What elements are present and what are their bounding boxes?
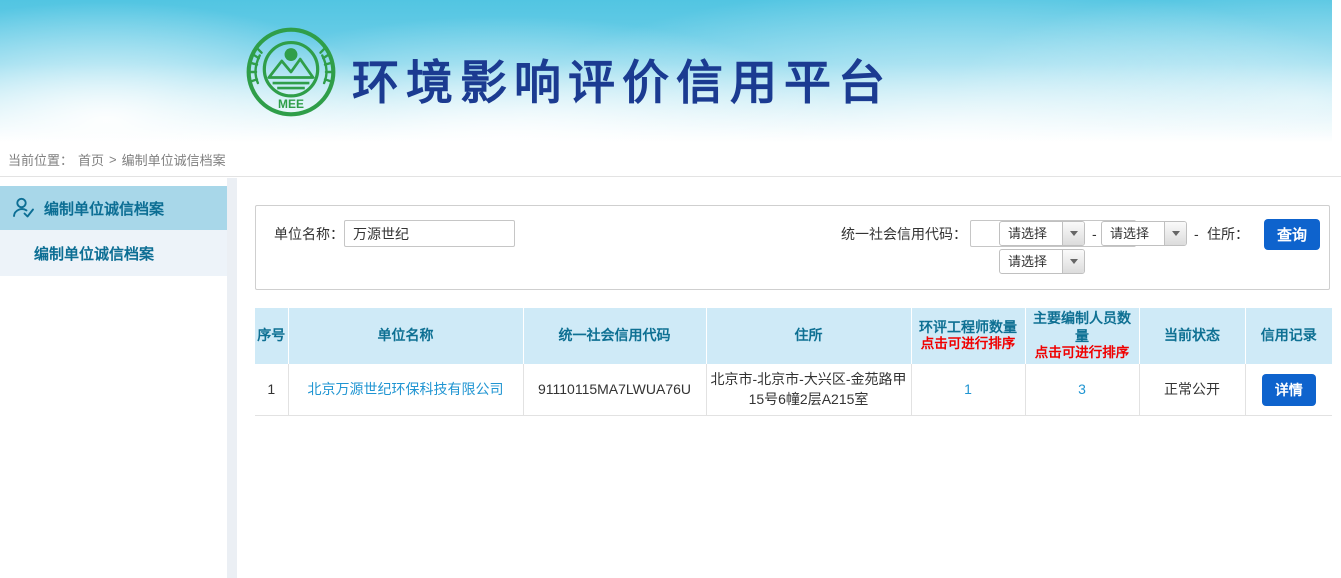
sidebar: 编制单位诚信档案 编制单位诚信档案 — [0, 178, 227, 578]
person-check-icon — [11, 196, 35, 220]
dropdown-arrow-icon[interactable] — [1164, 222, 1186, 245]
unit-name-input[interactable] — [344, 220, 515, 247]
address-dash-2: - — [1194, 221, 1199, 247]
breadcrumb: 当前位置： 首页 > 编制单位诚信档案 — [0, 142, 1341, 177]
breadcrumb-prefix: 当前位置： — [8, 150, 73, 169]
site-title: 环境影响评价信用平台 — [352, 44, 892, 113]
sort-hint-staff[interactable]: 点击可进行排序 — [1028, 345, 1137, 362]
address-province-select[interactable]: 请选择 — [999, 221, 1085, 246]
results-table: 序号 单位名称 统一社会信用代码 住所 环评工程师数量 点击可进行排序 主要编制… — [255, 308, 1332, 416]
col-header-credit-code: 统一社会信用代码 — [523, 308, 706, 364]
address-label: 住所： — [1207, 221, 1249, 247]
search-panel: 单位名称： 统一社会信用代码： 住所： 请选择 - 请选择 - 请选择 查询 — [255, 205, 1330, 290]
address-district-select[interactable]: 请选择 — [999, 249, 1085, 274]
col-header-credit-record: 信用记录 — [1245, 308, 1332, 364]
sidebar-divider — [227, 178, 237, 578]
sidebar-item-label: 编制单位诚信档案 — [44, 198, 164, 219]
dropdown-arrow-icon[interactable] — [1062, 222, 1084, 245]
col-header-engineer-count[interactable]: 环评工程师数量 点击可进行排序 — [911, 308, 1025, 364]
table-row: 1 北京万源世纪环保科技有限公司 91110115MA7LWUA76U 北京市-… — [255, 364, 1332, 416]
col-header-staff-count-label: 主要编制人员数量 — [1033, 310, 1131, 344]
col-header-status: 当前状态 — [1139, 308, 1245, 364]
table-header-row: 序号 单位名称 统一社会信用代码 住所 环评工程师数量 点击可进行排序 主要编制… — [255, 308, 1332, 364]
breadcrumb-home-link[interactable]: 首页 — [78, 150, 104, 169]
sidebar-subitem-unit-credit-archive[interactable]: 编制单位诚信档案 — [0, 230, 227, 276]
cell-status: 正常公开 — [1139, 364, 1245, 416]
sidebar-item-unit-credit-archive[interactable]: 编制单位诚信档案 — [0, 186, 227, 230]
query-button[interactable]: 查询 — [1264, 219, 1320, 250]
unit-name-label: 单位名称： — [274, 221, 344, 247]
credit-code-label: 统一社会信用代码： — [841, 221, 967, 247]
col-header-staff-count[interactable]: 主要编制人员数量 点击可进行排序 — [1025, 308, 1139, 364]
address-dash-1: - — [1092, 221, 1097, 247]
address-province-value: 请选择 — [1000, 222, 1062, 245]
site-header: MEE 环境影响评价信用平台 — [0, 0, 1332, 142]
col-header-company: 单位名称 — [288, 308, 523, 364]
sidebar-subitem-label: 编制单位诚信档案 — [34, 243, 154, 264]
page: MEE 环境影响评价信用平台 当前位置： 首页 > 编制单位诚信档案 编制单位诚… — [0, 0, 1341, 578]
engineer-count-link[interactable]: 1 — [964, 381, 972, 397]
address-district-value: 请选择 — [1000, 250, 1062, 273]
breadcrumb-current: 编制单位诚信档案 — [122, 150, 226, 169]
breadcrumb-separator: > — [109, 152, 117, 167]
col-header-engineer-count-label: 环评工程师数量 — [919, 319, 1017, 335]
address-city-select[interactable]: 请选择 — [1101, 221, 1187, 246]
cell-credit-code: 91110115MA7LWUA76U — [523, 364, 706, 416]
mee-logo-text: MEE — [278, 97, 304, 111]
col-header-address: 住所 — [706, 308, 911, 364]
company-link[interactable]: 北京万源世纪环保科技有限公司 — [308, 381, 504, 397]
staff-count-link[interactable]: 3 — [1078, 381, 1086, 397]
dropdown-arrow-icon[interactable] — [1062, 250, 1084, 273]
cell-index: 1 — [255, 364, 288, 416]
cell-address: 北京市-北京市-大兴区-金苑路甲15号6幢2层A215室 — [706, 364, 911, 416]
col-header-index: 序号 — [255, 308, 288, 364]
address-city-value: 请选择 — [1102, 222, 1164, 245]
mee-logo-icon: MEE — [245, 26, 337, 118]
sort-hint-engineer[interactable]: 点击可进行排序 — [914, 336, 1023, 353]
detail-button[interactable]: 详情 — [1262, 374, 1316, 406]
